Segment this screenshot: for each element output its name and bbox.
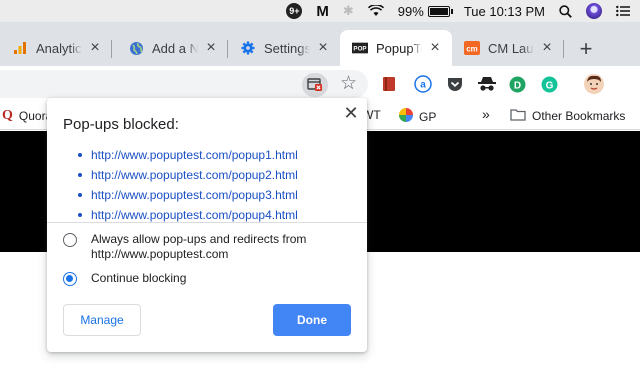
- tab-popuptest[interactable]: POP PopupTest ×: [340, 30, 452, 66]
- popups-blocked-dialog: Pop-ups blocked: ✕ http://www.popuptest.…: [47, 98, 367, 352]
- link-text: http://www.popuptest.com/popup3.html: [91, 188, 298, 202]
- other-bookmarks-folder[interactable]: Other Bookmarks: [510, 108, 625, 124]
- blocked-popup-link[interactable]: http://www.popuptest.com/popup1.html: [78, 145, 360, 165]
- folder-icon: [510, 108, 526, 124]
- bullet-icon: [78, 173, 82, 177]
- bookmark-label: Other Bookmarks: [532, 109, 626, 123]
- tab-close-icon[interactable]: ×: [316, 39, 330, 57]
- notification-badge-icon[interactable]: 9+: [286, 0, 303, 22]
- toolbar: ☆ a D G: [0, 66, 640, 102]
- link-text: http://www.popuptest.com/popup2.html: [91, 168, 298, 182]
- cm-icon: cm: [464, 40, 480, 56]
- dialog-title: Pop-ups blocked:: [63, 116, 179, 133]
- pocket-icon[interactable]: [446, 75, 464, 93]
- close-icon[interactable]: ✕: [343, 104, 359, 122]
- spotlight-search-icon[interactable]: [559, 0, 572, 22]
- notification-center-icon[interactable]: [616, 0, 630, 22]
- clock[interactable]: Tue 10:13 PM: [464, 0, 545, 22]
- tab-close-icon[interactable]: ×: [540, 39, 554, 57]
- link-text: http://www.popuptest.com/popup1.html: [91, 148, 298, 162]
- svg-text:POP: POP: [353, 46, 366, 53]
- extension-a-icon[interactable]: a: [414, 75, 432, 93]
- mac-menubar: 9+ M ✱ 99% Tue 10:13 PM: [0, 0, 640, 22]
- bluetooth-icon[interactable]: ✱: [343, 0, 354, 22]
- blocked-popup-list: http://www.popuptest.com/popup1.html htt…: [78, 145, 360, 225]
- tab-settings[interactable]: Settings ×: [228, 30, 340, 66]
- globe-icon: [128, 40, 144, 56]
- popuptest-icon: POP: [352, 40, 368, 56]
- pinwheel-icon: [399, 108, 413, 125]
- tab-title: CM Launch: [488, 40, 534, 56]
- battery-fill: [429, 7, 448, 15]
- siri-icon[interactable]: [586, 0, 602, 22]
- tab-add-new[interactable]: Add a New ×: [116, 30, 228, 66]
- grammarly-icon[interactable]: G: [540, 75, 558, 93]
- divider: [47, 222, 367, 223]
- manage-button[interactable]: Manage: [63, 304, 141, 336]
- tab-close-icon[interactable]: ×: [204, 39, 218, 57]
- bookmark-gp[interactable]: GP: [399, 108, 436, 125]
- bookmark-star-icon[interactable]: ☆: [340, 72, 357, 95]
- always-allow-label-line1: Always allow pop-ups and redirects from: [91, 232, 307, 246]
- extension-book-icon[interactable]: [380, 75, 398, 93]
- analytics-icon: [12, 40, 28, 56]
- bookmark-label: GP: [419, 109, 437, 124]
- tab-close-icon[interactable]: ×: [428, 39, 442, 57]
- incognito-spy-icon[interactable]: [478, 75, 496, 93]
- malwarebytes-icon[interactable]: M: [316, 0, 329, 22]
- tab-title: Add a New: [152, 40, 198, 56]
- battery-status[interactable]: 99%: [397, 0, 453, 22]
- svg-text:G: G: [545, 80, 553, 91]
- browser-window: 9+ M ✱ 99% Tue 10:13 PM Analytics ×: [0, 0, 640, 365]
- tab-cm-launch[interactable]: cm CM Launch ×: [452, 30, 564, 66]
- notification-count: 9+: [286, 3, 303, 19]
- continue-blocking-radio[interactable]: [63, 272, 77, 286]
- svg-text:cm: cm: [466, 45, 478, 54]
- continue-blocking-label: Continue blocking: [91, 271, 187, 285]
- profile-avatar[interactable]: [584, 74, 604, 94]
- tab-analytics[interactable]: Analytics ×: [0, 30, 112, 66]
- bookmark-quora[interactable]: Q Quora: [2, 108, 52, 124]
- always-allow-radio[interactable]: [63, 233, 77, 247]
- svg-text:D: D: [513, 80, 520, 91]
- quora-icon: Q: [2, 108, 13, 123]
- always-allow-option[interactable]: Always allow pop-ups and redirects from …: [63, 232, 306, 262]
- tab-close-icon[interactable]: ×: [88, 39, 102, 57]
- always-allow-label: Always allow pop-ups and redirects from …: [91, 232, 306, 262]
- bullet-icon: [78, 213, 82, 217]
- blocked-popup-link[interactable]: http://www.popuptest.com/popup2.html: [78, 165, 360, 185]
- settings-gear-icon: [240, 40, 256, 56]
- wifi-icon[interactable]: [367, 0, 384, 22]
- bookmarks-overflow-chevron-icon[interactable]: »: [482, 106, 490, 122]
- battery-percent: 99%: [397, 3, 424, 19]
- bullet-icon: [78, 193, 82, 197]
- continue-blocking-option[interactable]: Continue blocking: [63, 271, 186, 286]
- svg-text:a: a: [420, 80, 426, 91]
- tab-title: Settings: [264, 40, 310, 56]
- tab-title: PopupTest: [376, 40, 422, 56]
- done-button[interactable]: Done: [273, 304, 351, 336]
- bullet-icon: [78, 153, 82, 157]
- always-allow-label-line2: http://www.popuptest.com: [91, 247, 229, 261]
- tab-strip: Analytics × Add a New × Settings × POP P…: [0, 22, 640, 66]
- tab-title: Analytics: [36, 40, 82, 56]
- blocked-popup-link[interactable]: http://www.popuptest.com/popup3.html: [78, 185, 360, 205]
- popup-blocked-indicator-icon[interactable]: [302, 73, 328, 97]
- extension-d-icon[interactable]: D: [508, 75, 526, 93]
- battery-icon: [427, 5, 453, 17]
- new-tab-button[interactable]: +: [576, 36, 596, 62]
